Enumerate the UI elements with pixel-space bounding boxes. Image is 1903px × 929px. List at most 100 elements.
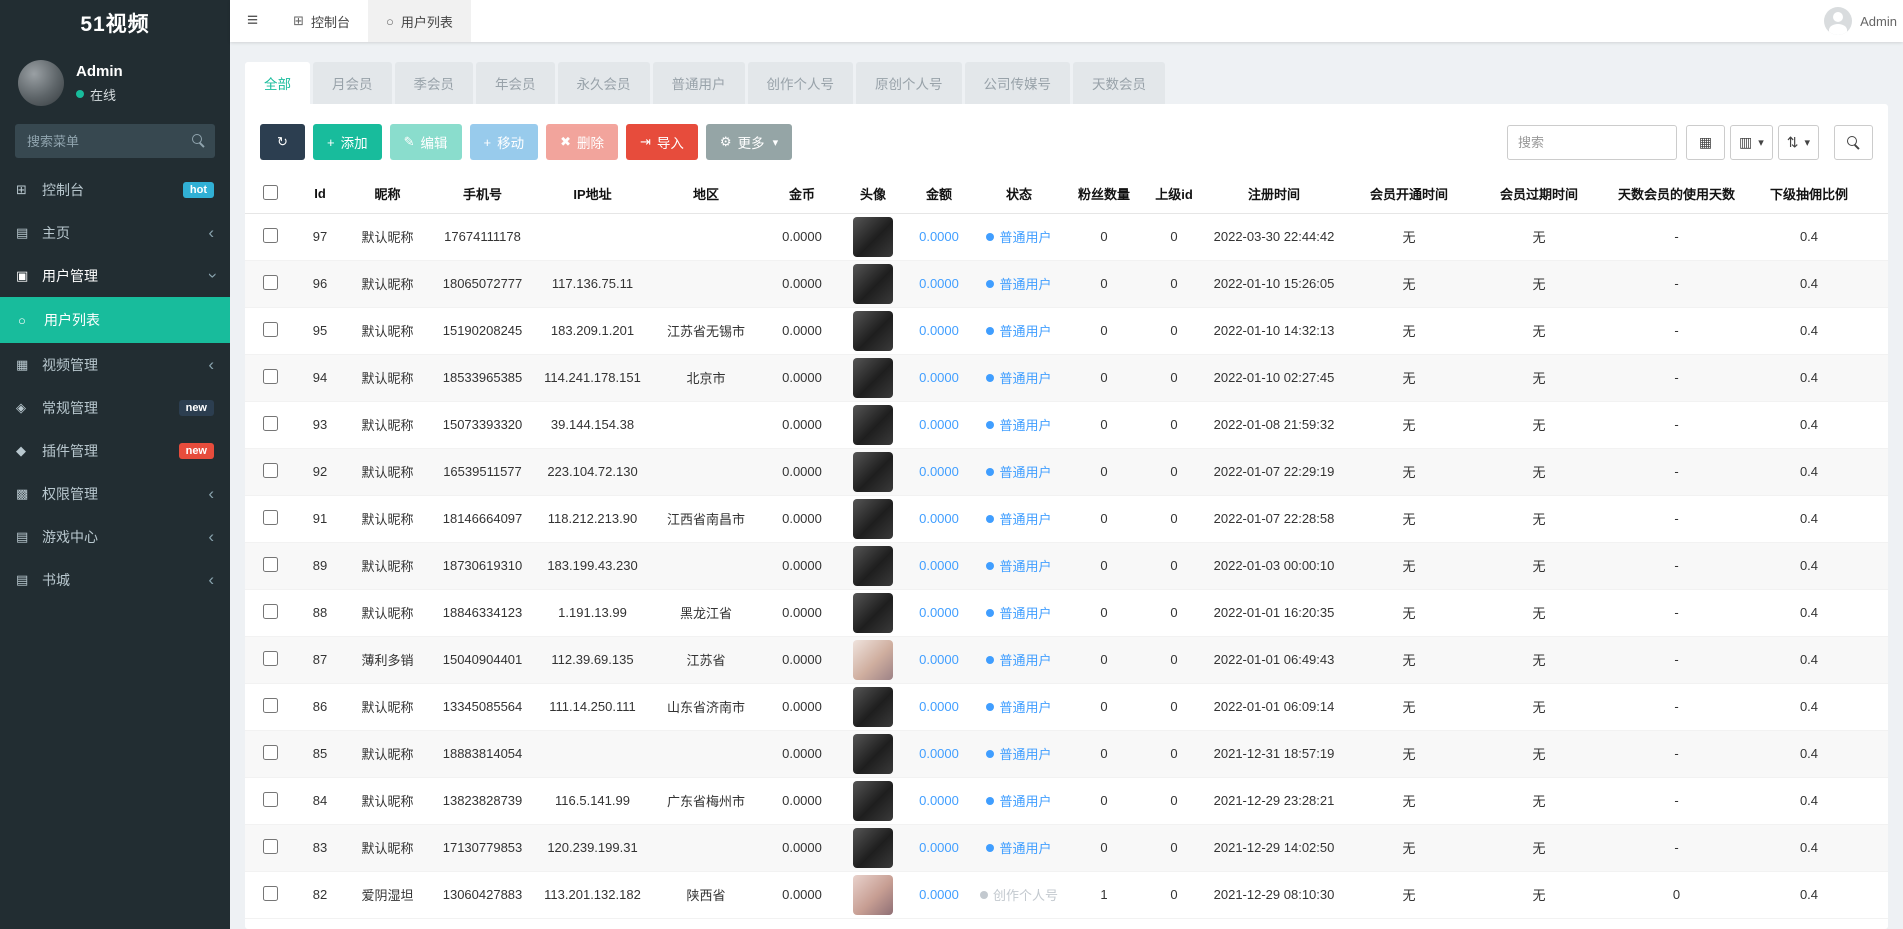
sidebar-item-user-mgmt[interactable]: ▣ 用户管理 ‹ <box>0 254 230 297</box>
cell-ratio: 0.4 <box>1749 354 1869 402</box>
filter-tab[interactable]: 月会员 <box>313 62 392 104</box>
cell-reg-time: 2022-01-07 22:29:19 <box>1204 448 1344 496</box>
import-button[interactable]: ⇥ 导入 <box>626 124 698 160</box>
cell-status: 普通用户 <box>974 448 1064 496</box>
filter-tab[interactable]: 永久会员 <box>557 62 650 104</box>
content: 全部 月会员 季会员 年会员 永久会员 普通用户 创作个人号 原创个人号 公司传媒号 天数会员 ↻… <box>230 42 1903 929</box>
menu-toggle-icon[interactable]: ≡ <box>230 0 275 42</box>
row-checkbox[interactable] <box>262 274 278 290</box>
amount-link[interactable]: 0.0000 <box>919 840 959 855</box>
row-checkbox[interactable] <box>262 603 278 619</box>
user-photo <box>853 263 893 304</box>
amount-link[interactable]: 0.0000 <box>919 605 959 620</box>
cell-ratio: 0.4 <box>1749 260 1869 308</box>
sidebar-item-console[interactable]: ⊞ 控制台 hot <box>0 168 230 211</box>
row-checkbox[interactable] <box>262 321 278 337</box>
sidebar-item-perm-mgmt[interactable]: ▩ 权限管理 ‹ <box>0 472 230 515</box>
amount-link[interactable]: 0.0000 <box>919 229 959 244</box>
sidebar: 51视频 Admin 在线 ⊞ 控制台 hot ▤ 主页 ‹ ▣ 用户管理 ‹ ○ 用户列表 ▦ 视频管… <box>0 0 230 929</box>
amount-link[interactable]: 0.0000 <box>919 370 959 385</box>
row-checkbox[interactable] <box>262 744 278 760</box>
amount-link[interactable]: 0.0000 <box>919 793 959 808</box>
cell-days-used: - <box>1604 824 1749 872</box>
sidebar-search-input[interactable] <box>15 124 215 158</box>
edit-button[interactable]: ✎ 编辑 <box>389 124 462 160</box>
row-checkbox[interactable] <box>262 791 278 807</box>
sidebar-item-game-center[interactable]: ▤ 游戏中心 ‹ <box>0 515 230 558</box>
sidebar-item-book-city[interactable]: ▤ 书城 ‹ <box>0 558 230 601</box>
table-view-button[interactable]: ▦ <box>1685 124 1725 160</box>
row-checkbox[interactable] <box>262 368 278 384</box>
row-checkbox[interactable] <box>262 650 278 666</box>
row-checkbox[interactable] <box>262 697 278 713</box>
amount-link[interactable]: 0.0000 <box>919 511 959 526</box>
cell-status: 普通用户 <box>974 213 1064 261</box>
select-all-checkbox[interactable] <box>262 184 278 200</box>
more-button[interactable]: ⚙ 更多 ▾ <box>705 124 793 160</box>
amount-link[interactable]: 0.0000 <box>919 464 959 479</box>
sidebar-item-general-mgmt[interactable]: ◈ 常规管理 new <box>0 386 230 429</box>
column-header: 状态 <box>974 175 1064 214</box>
cell-days-used: - <box>1604 683 1749 731</box>
sidebar-item-home[interactable]: ▤ 主页 ‹ <box>0 211 230 254</box>
sidebar-item-video-mgmt[interactable]: ▦ 视频管理 ‹ <box>0 343 230 386</box>
add-button[interactable]: + 添加 <box>313 124 382 160</box>
amount-link[interactable]: 0.0000 <box>919 323 959 338</box>
export-button[interactable]: ⇅ ▾ <box>1777 124 1819 160</box>
amount-link[interactable]: 0.0000 <box>919 699 959 714</box>
filter-tab[interactable]: 创作个人号 <box>747 62 853 104</box>
row-checkbox[interactable] <box>262 509 278 525</box>
filter-tab[interactable]: 公司传媒号 <box>964 62 1070 104</box>
cell-id: 88 <box>295 589 345 637</box>
topbar-tab-user-list[interactable]: ○ 用户列表 <box>368 0 471 42</box>
button-label: 导入 <box>656 136 684 151</box>
row-checkbox[interactable] <box>262 415 278 431</box>
search-submit-button[interactable] <box>1834 124 1873 160</box>
amount-link[interactable]: 0.0000 <box>919 652 959 667</box>
cell-nickname: 默认昵称 <box>345 401 430 449</box>
topbar-user-name: Admin <box>1860 13 1897 29</box>
topbar-tab-console[interactable]: ⊞ 控制台 <box>275 0 368 42</box>
amount-link[interactable]: 0.0000 <box>919 558 959 573</box>
amount-link[interactable]: 0.0000 <box>919 417 959 432</box>
cell-checkbox <box>245 213 295 261</box>
row-checkbox[interactable] <box>262 556 278 572</box>
filter-tab[interactable]: 年会员 <box>476 62 555 104</box>
refresh-button[interactable]: ↻ <box>260 124 305 160</box>
cell-amount: 0.0000 <box>904 401 974 449</box>
status-badge: 普通用户 <box>986 603 1052 622</box>
amount-link[interactable]: 0.0000 <box>919 276 959 291</box>
row-checkbox[interactable] <box>262 838 278 854</box>
row-checkbox[interactable] <box>262 227 278 243</box>
filter-tab[interactable]: 全部 <box>245 62 310 104</box>
cell-vip-start: 无 <box>1344 307 1474 355</box>
move-button[interactable]: + 移动 <box>469 124 539 160</box>
filter-tab[interactable]: 原创个人号 <box>856 62 962 104</box>
filter-tab[interactable]: 季会员 <box>394 62 473 104</box>
table-search-input[interactable] <box>1506 124 1677 160</box>
cell-checkbox <box>245 307 295 355</box>
cell-fans: 0 <box>1064 213 1144 261</box>
amount-link[interactable]: 0.0000 <box>919 746 959 761</box>
cell-id: 95 <box>295 307 345 355</box>
row-checkbox[interactable] <box>262 885 278 901</box>
app-window: 51视频 Admin 在线 ⊞ 控制台 hot ▤ 主页 ‹ ▣ 用户管理 ‹ ○ 用户列表 ▦ 视频管… <box>0 0 1903 929</box>
column-header: 下级抽佣比例 <box>1749 175 1869 214</box>
row-checkbox[interactable] <box>262 462 278 478</box>
cell-nickname: 默认昵称 <box>345 495 430 543</box>
amount-link[interactable]: 0.0000 <box>919 887 959 902</box>
cell-reg-time: 2021-12-29 23:28:21 <box>1204 777 1344 825</box>
table-row: 91 默认昵称 18146664097 118.212.213.90 江西省南昌市 0.0… <box>245 495 1888 543</box>
delete-button[interactable]: ✖ 删除 <box>546 124 618 160</box>
status-dot-icon <box>986 843 995 852</box>
columns-button[interactable]: ▥ ▾ <box>1729 124 1773 160</box>
user-photo <box>853 357 893 398</box>
circle-icon: ○ <box>18 312 26 328</box>
topbar-user[interactable]: Admin <box>1824 0 1903 42</box>
cell-phone: 18146664097 <box>430 495 535 543</box>
sidebar-subitem-user-list[interactable]: ○ 用户列表 <box>0 297 230 343</box>
cell-ratio: 0.4 <box>1749 683 1869 731</box>
filter-tab[interactable]: 天数会员 <box>1073 62 1165 104</box>
filter-tab[interactable]: 普通用户 <box>652 62 745 104</box>
sidebar-item-plugin-mgmt[interactable]: ◆ 插件管理 new <box>0 429 230 472</box>
